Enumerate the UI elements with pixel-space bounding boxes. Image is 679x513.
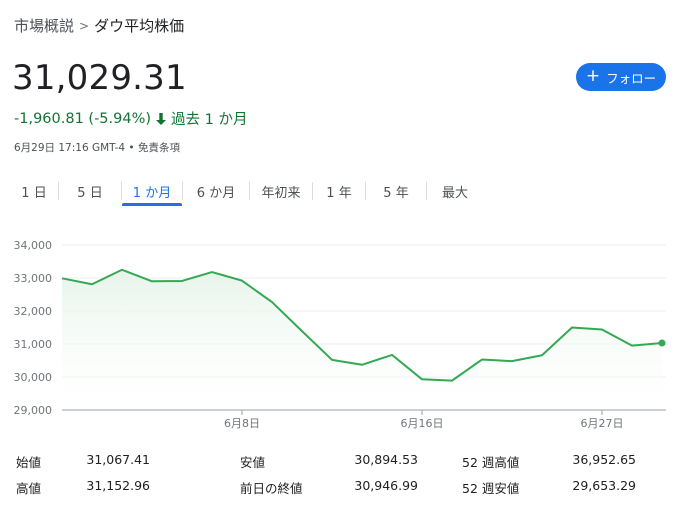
- arrow-down-icon: [155, 112, 167, 126]
- y-tick-label: 32,000: [14, 305, 53, 318]
- y-tick-label: 31,000: [14, 338, 53, 351]
- timestamp-disclaimer[interactable]: 6月29日 17:16 GMT-4 • 免責条項: [14, 140, 180, 155]
- breadcrumb: 市場概説 > ダウ平均株価: [14, 15, 184, 36]
- stat-label: 前日の終値: [240, 481, 303, 496]
- breadcrumb-current: ダウ平均株価: [94, 17, 185, 35]
- stat-value: 29,653.29: [572, 478, 636, 493]
- range-tab-5[interactable]: 1 年: [313, 178, 365, 204]
- change-value: -1,960.81 (-5.94%): [14, 110, 152, 127]
- y-tick-label: 30,000: [14, 371, 53, 384]
- x-tick-label: 6月27日: [581, 417, 624, 430]
- range-tabs: 1 日5 日1 か月 6 か月 年初来 1 年5 年最大: [10, 178, 483, 206]
- plus-icon: +: [585, 66, 601, 86]
- stat-value: 30,894.53: [354, 452, 418, 467]
- stat-label: 安値: [240, 455, 266, 470]
- breadcrumb-separator: >: [79, 18, 90, 33]
- follow-button-label: フォロー: [606, 70, 657, 86]
- x-tick-label: 6月8日: [224, 417, 260, 430]
- price-chart: 29,000 30,000 31,000 32,000 33,000 34,000 6月8日…: [14, 239, 666, 430]
- stat-label: 高値: [16, 481, 42, 496]
- x-tick-label: 6月16日: [401, 417, 444, 430]
- range-tab-7[interactable]: 最大: [427, 178, 483, 204]
- area-fill: [62, 269, 662, 410]
- range-tab-4[interactable]: 年初来: [250, 178, 312, 204]
- y-tick-label: 29,000: [14, 404, 53, 417]
- stat-label: 52 週高値: [462, 455, 520, 470]
- change-period: 過去 1 か月: [171, 112, 248, 128]
- breadcrumb-parent-link[interactable]: 市場概説: [14, 15, 74, 36]
- range-tab-3[interactable]: 6 か月: [183, 178, 249, 204]
- stat-label: 52 週安値: [462, 481, 520, 496]
- stat-value: 36,952.65: [572, 452, 636, 467]
- follow-button[interactable]: + フォロー: [576, 63, 666, 91]
- current-price: 31,029.31: [12, 58, 187, 98]
- y-tick-label: 34,000: [14, 239, 53, 252]
- range-tab-0[interactable]: 1 日: [10, 178, 58, 204]
- range-tab-2[interactable]: 1 か月: [122, 178, 182, 206]
- last-point-marker: [658, 339, 666, 347]
- range-tab-6[interactable]: 5 年: [366, 178, 426, 204]
- y-tick-label: 33,000: [14, 272, 53, 285]
- price-change: -1,960.81 (-5.94%) 過去 1 か月: [14, 108, 247, 129]
- stat-label: 始値: [16, 455, 42, 470]
- stat-value: 31,067.41: [86, 452, 150, 467]
- stat-value: 31,152.96: [86, 478, 150, 493]
- range-tab-1[interactable]: 5 日: [59, 178, 121, 204]
- stat-value: 30,946.99: [354, 478, 418, 493]
